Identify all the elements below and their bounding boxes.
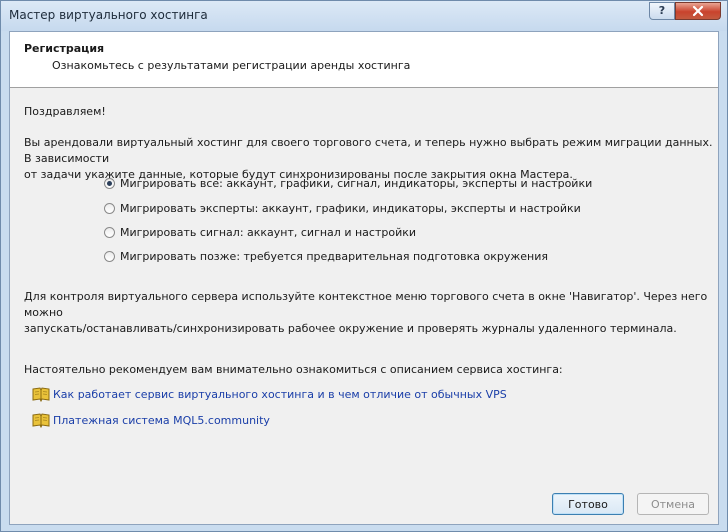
- finish-button[interactable]: Готово: [552, 493, 624, 515]
- help-button[interactable]: ?: [649, 2, 675, 20]
- intro-line: Вы арендовали виртуальный хостинг для св…: [24, 136, 713, 165]
- radio-button[interactable]: [104, 251, 115, 262]
- control-paragraph: Для контроля виртуального сервера исполь…: [24, 289, 714, 337]
- radio-button[interactable]: [104, 203, 115, 214]
- title-bar[interactable]: Мастер виртуального хостинга ?: [1, 1, 727, 31]
- wizard-window: Мастер виртуального хостинга ? Регистрац…: [0, 0, 728, 532]
- close-button[interactable]: [675, 2, 721, 20]
- close-icon: [692, 5, 704, 17]
- window-title: Мастер виртуального хостинга: [9, 8, 208, 22]
- page-subtitle: Ознакомьтесь с результатами регистрации …: [52, 59, 411, 72]
- link-label[interactable]: Платежная система MQL5.community: [53, 414, 270, 428]
- link-label[interactable]: Как работает сервис виртуального хостинг…: [53, 388, 507, 402]
- cancel-button[interactable]: Отмена: [637, 493, 709, 515]
- book-icon: [32, 413, 50, 428]
- control-line: Для контроля виртуального сервера исполь…: [24, 290, 708, 319]
- control-line: запускать/останавливать/синхронизировать…: [24, 322, 677, 335]
- book-icon: [32, 387, 50, 402]
- radio-label: Мигрировать эксперты: аккаунт, графики, …: [120, 202, 581, 215]
- radio-button[interactable]: [104, 227, 115, 238]
- radio-label: Мигрировать все: аккаунт, графики, сигна…: [120, 177, 593, 190]
- radio-label: Мигрировать сигнал: аккаунт, сигнал и на…: [120, 226, 417, 239]
- radio-label: Мигрировать позже: требуется предварител…: [120, 250, 548, 263]
- radio-button[interactable]: [104, 178, 115, 189]
- intro-paragraph: Вы арендовали виртуальный хостинг для св…: [24, 135, 714, 183]
- recommend-text: Настоятельно рекомендуем вам внимательно…: [24, 363, 563, 376]
- wizard-client-area: Регистрация Ознакомьтесь с результатами …: [9, 31, 719, 525]
- page-title: Регистрация: [24, 42, 105, 55]
- greeting-text: Поздравляем!: [24, 105, 106, 118]
- wizard-header: Регистрация Ознакомьтесь с результатами …: [10, 32, 718, 88]
- help-icon: ?: [658, 4, 666, 17]
